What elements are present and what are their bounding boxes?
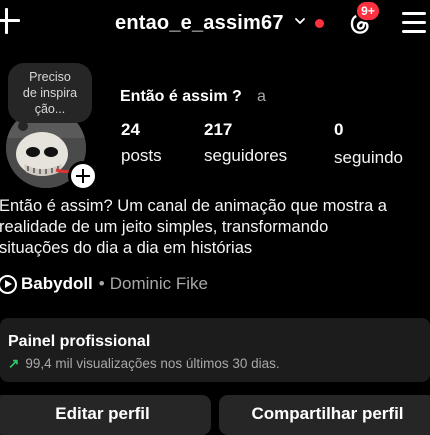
bio-line: situações do dia a dia em histórias [0, 239, 253, 257]
stat-posts[interactable]: 24 posts [121, 120, 162, 166]
chevron-down-icon[interactable] [294, 15, 306, 27]
notification-badge: 9+ [355, 0, 381, 22]
stat-value: 0 [334, 120, 344, 139]
dashboard-subtitle: ↗ 99,4 mil visualizações nos últimos 30 d… [8, 356, 280, 372]
menu-icon[interactable] [402, 10, 426, 34]
bio-line: Então é assim? Um canal de animação que … [0, 197, 387, 215]
share-profile-button[interactable]: Compartilhar perfil [219, 395, 430, 435]
stat-label: seguindo [334, 148, 404, 167]
unread-dot [315, 19, 324, 28]
stat-label: posts [121, 146, 162, 165]
add-story-icon[interactable] [68, 161, 98, 191]
trend-up-icon: ↗ [8, 356, 20, 371]
stat-label: seguidores [204, 146, 288, 165]
display-name: Então é assim ? [120, 88, 242, 105]
pronoun: a [257, 88, 266, 105]
bio-line: realidade de um jeito simples, transform… [0, 218, 329, 236]
account-username[interactable]: entao_e_assim67 [115, 12, 284, 35]
edit-profile-button[interactable]: Editar perfil [0, 395, 211, 435]
stat-value: 217 [204, 120, 233, 139]
note-bubble[interactable]: Preciso de inspira ção... [8, 63, 92, 123]
stat-followers[interactable]: 217 seguidores [204, 120, 287, 166]
bio: Então é assim? Um canal de animação que … [0, 196, 430, 259]
note-line: ção... [34, 102, 66, 116]
note-line: Preciso [29, 70, 71, 84]
song-title: Babydoll [21, 274, 93, 293]
dashboard-title: Painel profissional [8, 333, 151, 350]
play-icon [0, 274, 17, 294]
artist-name: Dominic Fike [109, 274, 208, 293]
stat-value: 24 [121, 120, 140, 139]
stat-following[interactable]: 0 seguindo [334, 120, 403, 168]
music-separator: • [98, 274, 105, 293]
profile-music[interactable]: Babydoll • Dominic Fike [0, 274, 208, 294]
note-line: de inspira [22, 86, 78, 100]
create-icon[interactable] [0, 6, 22, 36]
dashboard-views: 99,4 mil visualizações nos últimos 30 di… [25, 356, 280, 371]
